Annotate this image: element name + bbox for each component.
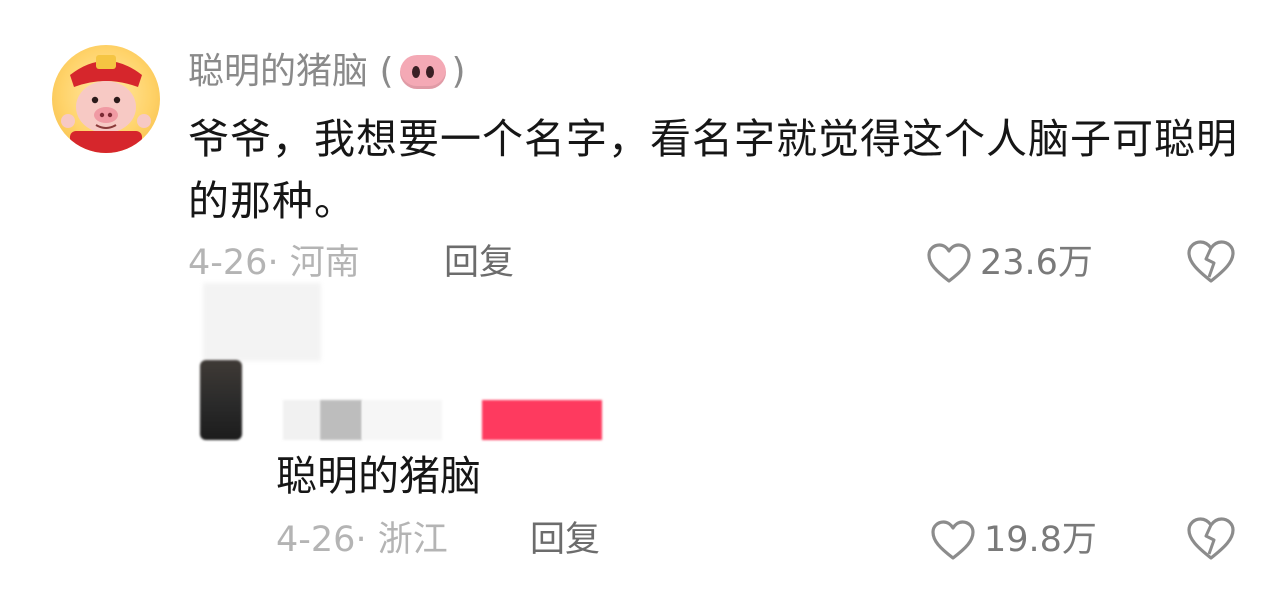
like-count: 23.6万: [980, 243, 1093, 283]
reply-reply-button[interactable]: 回复: [530, 518, 600, 562]
reply-comment-text: 聪明的猪脑: [276, 452, 481, 500]
reply-meta: 4-26· 浙江: [276, 518, 448, 562]
heart-icon: [927, 243, 971, 283]
broken-heart-icon: [1187, 240, 1235, 283]
reply-avatar[interactable]: [200, 360, 242, 440]
like-count: 19.8万: [984, 520, 1097, 560]
blurred-username-part: [283, 400, 319, 440]
reply-dislike-button[interactable]: [1186, 516, 1236, 566]
pig-nose-emoji-icon: [399, 55, 446, 89]
comment-text: 爷爷，我想要一个名字，看名字就觉得这个人脑子可聪明的那种。: [188, 115, 1238, 225]
author-badge: [482, 400, 602, 440]
broken-heart-icon: [1187, 517, 1235, 560]
blurred-region: [203, 283, 321, 361]
username-paren-close: ): [451, 51, 466, 92]
meta-dot: ·: [355, 520, 378, 560]
comment-username[interactable]: 聪明的猪脑 ( ): [188, 48, 466, 96]
avatar[interactable]: [52, 45, 160, 153]
username-paren-open: (: [368, 51, 394, 92]
comment-location: 河南: [289, 243, 360, 283]
reply-date: 4-26: [276, 520, 356, 560]
username-text: 聪明的猪脑: [188, 51, 369, 92]
dislike-button[interactable]: [1186, 239, 1236, 289]
comment-meta: 4-26· 河南: [188, 241, 360, 285]
reply-location: 浙江: [377, 520, 448, 560]
pig-avatar-icon: [61, 55, 151, 153]
heart-icon: [931, 520, 975, 560]
reply-like-button[interactable]: 19.8万: [930, 518, 1097, 562]
blurred-username-part: [320, 400, 362, 440]
blurred-username-part: [362, 400, 442, 440]
like-button[interactable]: 23.6万: [926, 241, 1093, 285]
comment-date: 4-26: [188, 243, 268, 283]
meta-dot: ·: [267, 243, 290, 283]
reply-button[interactable]: 回复: [444, 241, 514, 285]
